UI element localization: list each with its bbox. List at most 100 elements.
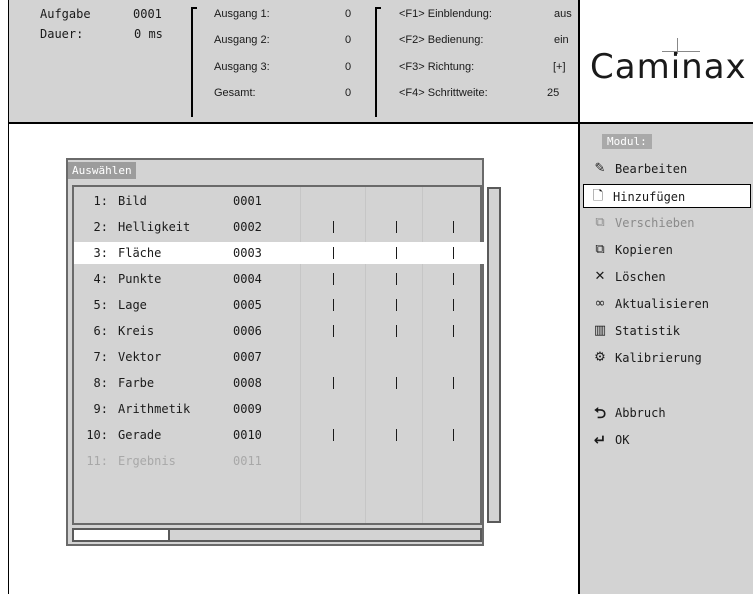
row-code: 0008 <box>233 376 262 390</box>
f1-value: aus <box>554 8 572 20</box>
row-number: 5: <box>93 298 108 312</box>
dauer-value: 0 ms <box>134 27 163 41</box>
menu-item-löschen[interactable]: ✕ Löschen <box>586 265 753 289</box>
list-row[interactable]: 10: Gerade 0010 <box>74 424 484 446</box>
output-marker <box>396 325 397 337</box>
abort-button[interactable]: ⮌ Abbruch <box>586 401 753 425</box>
dialog-title: Auswählen <box>68 162 136 179</box>
row-code: 0003 <box>233 246 262 260</box>
status-header <box>9 0 579 124</box>
row-code: 0004 <box>233 272 262 286</box>
output-marker <box>333 221 334 233</box>
row-number: 6: <box>93 324 108 338</box>
output-marker <box>333 299 334 311</box>
output-marker <box>453 429 454 441</box>
vertical-scrollbar[interactable] <box>487 187 501 523</box>
list-row[interactable]: 5: Lage 0005 <box>74 294 484 316</box>
list-row[interactable]: 11: Ergebnis 0011 <box>74 450 484 472</box>
output-marker <box>333 377 334 389</box>
row-number: 10: <box>86 428 108 442</box>
output-marker <box>333 273 334 285</box>
gesamt-value: 0 <box>345 87 352 99</box>
output-marker <box>396 273 397 285</box>
f3-label: <F3> Richtung: <box>399 61 475 73</box>
dauer-label: Dauer: <box>40 27 84 41</box>
output-marker <box>396 429 397 441</box>
row-code: 0002 <box>233 220 262 234</box>
row-code: 0010 <box>233 428 262 442</box>
ok-return-icon: ↵ <box>593 431 607 449</box>
menu-item-label: Kalibrierung <box>615 351 702 365</box>
row-name: Kreis <box>118 324 155 338</box>
menu-item-statistik[interactable]: ▥ Statistik <box>586 319 753 343</box>
separator-cap <box>375 7 381 9</box>
row-code: 0009 <box>233 402 262 416</box>
horizontal-scrollbar-thumb[interactable] <box>74 530 170 540</box>
f1-label: <F1> Einblendung: <box>399 8 492 20</box>
f4-label: <F4> Schrittweite: <box>399 87 488 99</box>
ok-button[interactable]: ↵ OK <box>586 428 753 452</box>
output-marker <box>396 221 397 233</box>
action-label: OK <box>615 433 630 447</box>
output-marker <box>396 299 397 311</box>
output-marker <box>333 247 334 259</box>
output-marker <box>453 247 454 259</box>
menu-item-label: Hinzufügen <box>613 190 686 204</box>
menu-item-kalibrierung[interactable]: ⚙ Kalibrierung <box>586 346 753 370</box>
ausgang-2-label: Ausgang 2: <box>214 34 270 46</box>
row-number: 1: <box>93 194 108 208</box>
row-number: 2: <box>93 220 108 234</box>
row-number: 4: <box>93 272 108 286</box>
aufgabe-value: 0001 <box>133 7 162 21</box>
list-row[interactable]: 6: Kreis 0006 <box>74 320 484 342</box>
row-code: 0007 <box>233 350 262 364</box>
menu-item-verschieben: ⧉ Verschieben <box>586 211 753 235</box>
header-separator <box>191 7 193 117</box>
menu-item-label: Bearbeiten <box>615 162 688 176</box>
list-row[interactable]: 8: Farbe 0008 <box>74 372 484 394</box>
caminax-logo: Caminax <box>590 47 747 87</box>
row-number: 7: <box>93 350 108 364</box>
ausgang-1-value: 0 <box>345 8 352 20</box>
logo-crosshair-horizontal <box>662 51 700 52</box>
header-separator <box>375 7 377 117</box>
menu-item-label: Verschieben <box>615 216 695 230</box>
list-row[interactable]: 4: Punkte 0004 <box>74 268 484 290</box>
list-row[interactable]: 7: Vektor 0007 <box>74 346 484 368</box>
list-row[interactable]: 3: Fläche 0003 <box>74 242 484 264</box>
output-marker <box>396 377 397 389</box>
ausgang-1-label: Ausgang 1: <box>214 8 270 20</box>
menu-item-label: Löschen <box>615 270 666 284</box>
ausgang-2-value: 0 <box>345 34 352 46</box>
menu-item-bearbeiten[interactable]: ✎ Bearbeiten <box>586 157 753 181</box>
calibration-icon: ⚙ <box>594 350 606 365</box>
row-name: Punkte <box>118 272 162 286</box>
move-icon: ⧉ <box>595 215 605 230</box>
row-code: 0005 <box>233 298 262 312</box>
f4-value: 25 <box>547 87 560 99</box>
row-name: Bild <box>118 194 147 208</box>
glasses-icon: ∞ <box>594 296 606 311</box>
ausgang-3-label: Ausgang 3: <box>214 61 270 73</box>
row-number: 11: <box>86 454 108 468</box>
f3-value: [+] <box>553 61 566 73</box>
separator-cap <box>191 7 197 9</box>
f2-value: ein <box>554 34 569 46</box>
list-row[interactable]: 1: Bild 0001 <box>74 190 484 212</box>
row-name: Helligkeit <box>118 220 191 234</box>
list-row[interactable]: 2: Helligkeit 0002 <box>74 216 484 238</box>
menu-item-aktualisieren[interactable]: ∞ Aktualisieren <box>586 292 753 316</box>
menu-item-label: Kopieren <box>615 243 673 257</box>
row-number: 8: <box>93 376 108 390</box>
menu-item-hinzufügen[interactable]: 🗋 Hinzufügen <box>583 184 751 208</box>
aufgabe-label: Aufgabe <box>40 7 91 21</box>
list-row[interactable]: 9: Arithmetik 0009 <box>74 398 484 420</box>
row-code: 0006 <box>233 324 262 338</box>
output-marker <box>453 221 454 233</box>
action-label: Abbruch <box>615 406 666 420</box>
row-name: Farbe <box>118 376 155 390</box>
ausgang-3-value: 0 <box>345 61 352 73</box>
output-marker <box>453 325 454 337</box>
row-name: Gerade <box>118 428 162 442</box>
menu-item-kopieren[interactable]: ⧉ Kopieren <box>586 238 753 262</box>
